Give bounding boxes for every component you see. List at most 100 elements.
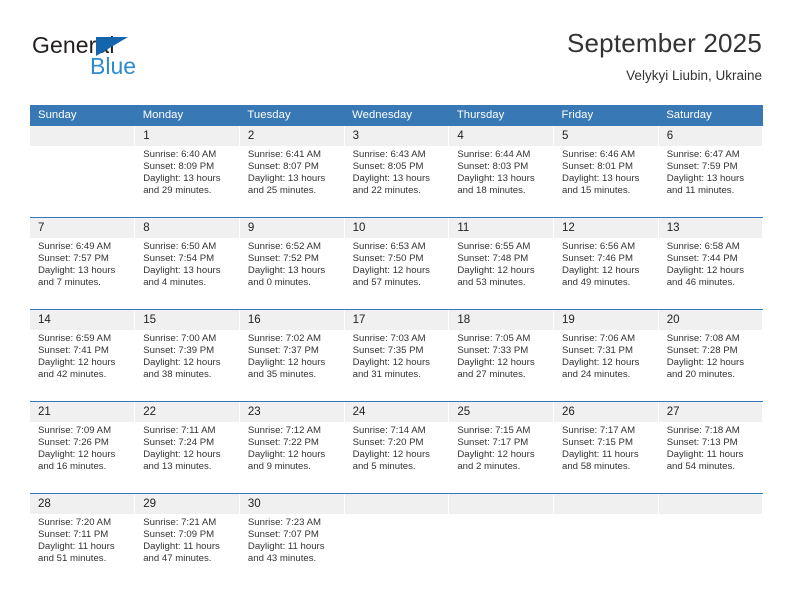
day-cell-info[interactable]: Sunrise: 7:02 AM Sunset: 7:37 PM Daylight:…	[239, 330, 345, 401]
day-cell-number[interactable]: 22	[134, 402, 240, 422]
day-cell-info[interactable]: Sunrise: 6:43 AM Sunset: 8:05 PM Daylight:…	[344, 146, 450, 217]
weekday-header-wednesday: Wednesday	[344, 105, 449, 126]
day-cell-number[interactable]: 29	[134, 494, 240, 514]
day-cell-info[interactable]: Sunrise: 6:52 AM Sunset: 7:52 PM Daylight:…	[239, 238, 345, 309]
day-cell-info[interactable]	[658, 514, 764, 585]
day-cell-info[interactable]: Sunrise: 6:55 AM Sunset: 7:48 PM Daylight:…	[448, 238, 555, 309]
day-cell-info[interactable]: Sunrise: 6:46 AM Sunset: 8:01 PM Daylight:…	[553, 146, 659, 217]
day-cell-number[interactable]: 5	[553, 126, 659, 146]
day-cell-info[interactable]: Sunrise: 7:15 AM Sunset: 7:17 PM Daylight:…	[448, 422, 555, 493]
day-cell-info[interactable]: Sunrise: 7:21 AM Sunset: 7:09 PM Daylight:…	[134, 514, 240, 585]
day-cell-number[interactable]: 25	[448, 402, 555, 422]
day-cell-number[interactable]: 28	[30, 494, 136, 514]
day-cell-info[interactable]: Sunrise: 7:00 AM Sunset: 7:39 PM Daylight:…	[134, 330, 240, 401]
day-cell-info[interactable]: Sunrise: 6:41 AM Sunset: 8:07 PM Daylight:…	[239, 146, 345, 217]
day-cell-info[interactable]: Sunrise: 6:50 AM Sunset: 7:54 PM Daylight:…	[134, 238, 240, 309]
day-cell-info[interactable]: Sunrise: 6:59 AM Sunset: 7:41 PM Daylight:…	[30, 330, 136, 401]
day-cell-info[interactable]: Sunrise: 6:53 AM Sunset: 7:50 PM Daylight:…	[344, 238, 450, 309]
page-subtitle: Velykyi Liubin, Ukraine	[626, 68, 762, 83]
sunrise-text: Sunrise: 7:02 AM	[247, 333, 321, 344]
daylight-text-line2: and 13 minutes.	[143, 461, 212, 473]
daylight-text-line1: Daylight: 12 hours	[38, 357, 116, 369]
day-cell-number[interactable]: 15	[134, 310, 240, 330]
day-cell-number[interactable]: 16	[239, 310, 345, 330]
daylight-text-line1: Daylight: 12 hours	[143, 449, 221, 461]
sunset-text: Sunset: 7:22 PM	[247, 437, 319, 449]
day-cell-number[interactable]: 14	[30, 310, 136, 330]
day-cell-info[interactable]: Sunrise: 7:05 AM Sunset: 7:33 PM Daylight:…	[448, 330, 555, 401]
day-cell-number[interactable]	[30, 126, 136, 146]
day-cell-info[interactable]: Sunrise: 7:11 AM Sunset: 7:24 PM Daylight:…	[134, 422, 240, 493]
day-cell-number[interactable]	[448, 494, 555, 514]
general-blue-logo[interactable]: General Blue	[30, 32, 210, 88]
day-cell-info[interactable]: Sunrise: 6:44 AM Sunset: 8:03 PM Daylight:…	[448, 146, 555, 217]
day-cell-info[interactable]	[30, 146, 136, 217]
weekday-header-tuesday: Tuesday	[239, 105, 345, 126]
day-cell-number[interactable]: 9	[239, 218, 345, 238]
sunset-text: Sunset: 8:03 PM	[457, 161, 529, 173]
sunset-text: Sunset: 7:41 PM	[38, 345, 109, 357]
day-cell-number[interactable]	[658, 494, 764, 514]
daylight-text-line1: Daylight: 12 hours	[247, 357, 326, 369]
day-cell-info[interactable]: Sunrise: 7:17 AM Sunset: 7:15 PM Daylight:…	[553, 422, 659, 493]
day-cell-number[interactable]: 17	[344, 310, 450, 330]
daylight-text-line1: Daylight: 13 hours	[352, 173, 430, 185]
sunrise-text: Sunrise: 7:12 AM	[247, 425, 321, 436]
day-cell-number[interactable]: 21	[30, 402, 136, 422]
day-cell-number[interactable]: 13	[658, 218, 764, 238]
day-cell-number[interactable]: 27	[658, 402, 764, 422]
day-cell-number[interactable]: 2	[239, 126, 345, 146]
day-cell-number[interactable]: 6	[658, 126, 764, 146]
day-cell-number[interactable]: 26	[553, 402, 659, 422]
day-cell-info[interactable]: Sunrise: 7:06 AM Sunset: 7:31 PM Daylight:…	[553, 330, 659, 401]
day-cell-number[interactable]: 4	[448, 126, 555, 146]
day-cell-number[interactable]: 1	[134, 126, 240, 146]
day-cell-info[interactable]: Sunrise: 7:08 AM Sunset: 7:28 PM Daylight:…	[658, 330, 764, 401]
day-cell-info[interactable]: Sunrise: 7:03 AM Sunset: 7:35 PM Daylight:…	[344, 330, 450, 401]
day-cell-number[interactable]: 18	[448, 310, 555, 330]
day-cell-number[interactable]: 30	[239, 494, 345, 514]
day-cell-number[interactable]: 8	[134, 218, 240, 238]
day-cell-info[interactable]: Sunrise: 6:40 AM Sunset: 8:09 PM Daylight:…	[134, 146, 240, 217]
day-cell-info[interactable]: Sunrise: 6:47 AM Sunset: 7:59 PM Daylight:…	[658, 146, 764, 217]
day-cell-number[interactable]: 3	[344, 126, 450, 146]
day-cell-info[interactable]	[344, 514, 450, 585]
sunrise-text: Sunrise: 6:47 AM	[666, 149, 740, 160]
day-cell-info[interactable]: Sunrise: 7:12 AM Sunset: 7:22 PM Daylight:…	[239, 422, 345, 493]
day-cell-info[interactable]: Sunrise: 7:14 AM Sunset: 7:20 PM Daylight:…	[344, 422, 450, 493]
day-cell-info[interactable]: Sunrise: 7:09 AM Sunset: 7:26 PM Daylight:…	[30, 422, 136, 493]
daylight-text-line1: Daylight: 11 hours	[562, 449, 639, 461]
day-cell-number[interactable]: 19	[553, 310, 659, 330]
sunset-text: Sunset: 8:05 PM	[352, 161, 424, 173]
day-cell-info[interactable]: Sunrise: 7:23 AM Sunset: 7:07 PM Daylight:…	[239, 514, 345, 585]
daylight-text-line1: Daylight: 12 hours	[457, 357, 535, 369]
sunset-text: Sunset: 7:15 PM	[562, 437, 633, 449]
daylight-text-line1: Daylight: 13 hours	[666, 173, 745, 185]
sunset-text: Sunset: 7:13 PM	[666, 437, 738, 449]
day-cell-info[interactable]: Sunrise: 6:58 AM Sunset: 7:44 PM Daylight:…	[658, 238, 764, 309]
sunset-text: Sunset: 7:50 PM	[352, 253, 424, 265]
day-cell-info[interactable]: Sunrise: 7:18 AM Sunset: 7:13 PM Daylight:…	[658, 422, 764, 493]
sunrise-text: Sunrise: 6:53 AM	[352, 241, 426, 252]
sunrise-text: Sunrise: 7:06 AM	[562, 333, 636, 344]
week-3-daynum-row: 14 15 16 17 18 19 20	[30, 310, 764, 330]
day-cell-number[interactable]	[553, 494, 659, 514]
sunset-text: Sunset: 7:57 PM	[38, 253, 109, 265]
day-cell-number[interactable]: 20	[658, 310, 764, 330]
day-cell-number[interactable]: 23	[239, 402, 345, 422]
sunrise-text: Sunrise: 7:15 AM	[457, 425, 531, 436]
day-cell-number[interactable]	[344, 494, 450, 514]
week-1-daynum-row: 1 2 3 4 5 6	[30, 126, 764, 146]
day-cell-number[interactable]: 11	[448, 218, 555, 238]
day-cell-info[interactable]: Sunrise: 7:20 AM Sunset: 7:11 PM Daylight:…	[30, 514, 136, 585]
day-cell-number[interactable]: 24	[344, 402, 450, 422]
day-cell-info[interactable]	[553, 514, 659, 585]
daylight-text-line2: and 2 minutes.	[457, 461, 521, 473]
daylight-text-line1: Daylight: 12 hours	[38, 449, 116, 461]
day-cell-info[interactable]	[448, 514, 555, 585]
day-cell-info[interactable]: Sunrise: 6:56 AM Sunset: 7:46 PM Daylight:…	[553, 238, 659, 309]
day-cell-number[interactable]: 7	[30, 218, 136, 238]
day-cell-number[interactable]: 10	[344, 218, 450, 238]
day-cell-number[interactable]: 12	[553, 218, 659, 238]
day-cell-info[interactable]: Sunrise: 6:49 AM Sunset: 7:57 PM Daylight:…	[30, 238, 136, 309]
